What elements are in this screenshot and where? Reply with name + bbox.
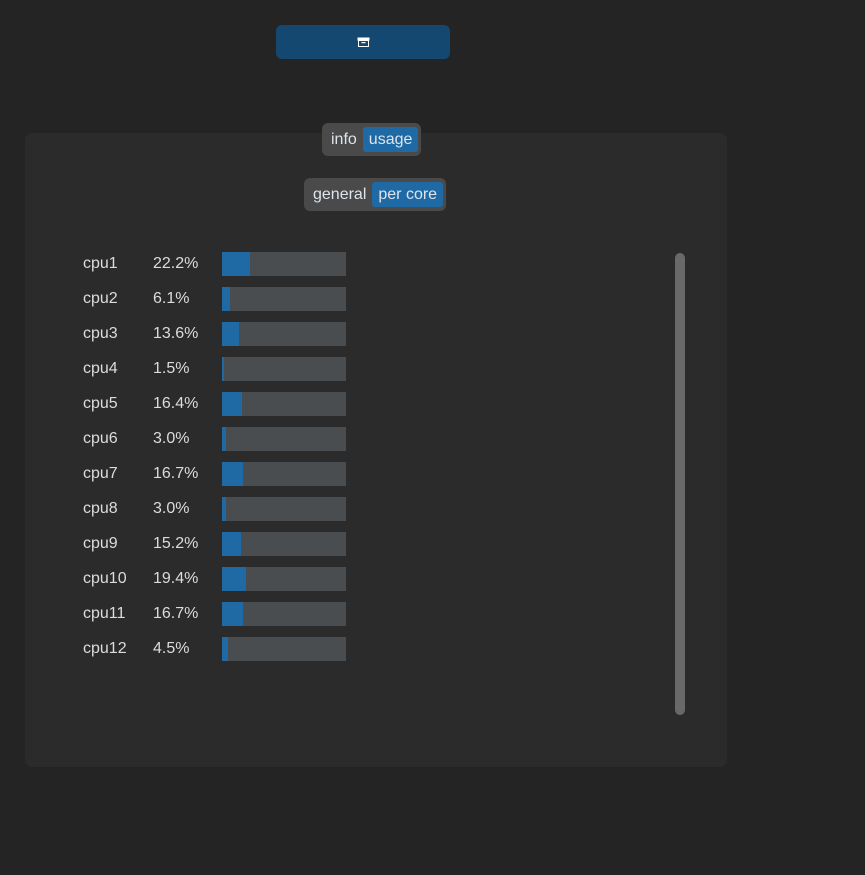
cpu-usage-bar (222, 357, 346, 381)
cpu-percent: 15.2% (153, 535, 199, 552)
cpu-usage-fill (222, 532, 241, 556)
cpu-usage-bar (222, 462, 346, 486)
cpu-usage-fill (222, 287, 230, 311)
main-tab-switcher: info usage (322, 123, 422, 156)
cpu-usage-bar (222, 427, 346, 451)
cpu-usage-bar (222, 497, 346, 521)
cpu-percent: 13.6% (153, 325, 199, 342)
cpu-row: cpu6 3.0% (83, 422, 363, 457)
cpu-usage-bar (222, 322, 346, 346)
cpu-percent: 3.0% (153, 430, 190, 447)
cpu-name: cpu6 (83, 430, 118, 447)
cpu-percent: 6.1% (153, 290, 190, 307)
cpu-name: cpu12 (83, 640, 127, 657)
cpu-usage-fill (222, 462, 243, 486)
cpu-row: cpu11 16.7% (83, 597, 363, 632)
cpu-usage-fill (222, 322, 239, 346)
cpu-usage-bar (222, 392, 346, 416)
cpu-name: cpu7 (83, 465, 118, 482)
cpu-core-list: cpu1 22.2% cpu2 6.1% cpu3 13.6% cpu4 1.5… (83, 247, 363, 667)
scrollbar[interactable] (675, 253, 685, 715)
usage-view-switcher: general per core (304, 178, 447, 211)
cpu-usage-fill (222, 252, 250, 276)
cpu-usage-fill (222, 602, 243, 626)
tab-per-core[interactable]: per core (372, 182, 444, 207)
cpu-usage-bar (222, 532, 346, 556)
cpu-row: cpu5 16.4% (83, 387, 363, 422)
cpu-name: cpu4 (83, 360, 118, 377)
cpu-percent: 19.4% (153, 570, 199, 587)
cpu-row: cpu8 3.0% (83, 492, 363, 527)
cpu-name: cpu11 (83, 605, 126, 622)
archive-button[interactable] (276, 25, 450, 59)
cpu-percent: 1.5% (153, 360, 190, 377)
cpu-usage-bar (222, 287, 346, 311)
cpu-usage-fill (222, 392, 243, 416)
cpu-row: cpu7 16.7% (83, 457, 363, 492)
cpu-row: cpu10 19.4% (83, 562, 363, 597)
cpu-name: cpu3 (83, 325, 118, 342)
cpu-usage-bar (222, 637, 346, 661)
cpu-usage-bar (222, 602, 346, 626)
cpu-row: cpu1 22.2% (83, 247, 363, 282)
cpu-usage-fill (222, 427, 226, 451)
cpu-percent: 4.5% (153, 640, 190, 657)
cpu-percent: 16.4% (153, 395, 199, 412)
cpu-row: cpu12 4.5% (83, 632, 363, 667)
cpu-usage-fill (222, 497, 226, 521)
cpu-row: cpu9 15.2% (83, 527, 363, 562)
cpu-name: cpu10 (83, 570, 127, 587)
cpu-name: cpu1 (83, 255, 118, 272)
tab-general[interactable]: general (307, 182, 372, 207)
cpu-usage-bar (222, 252, 346, 276)
cpu-row: cpu3 13.6% (83, 317, 363, 352)
cpu-usage-bar (222, 567, 346, 591)
cpu-usage-fill (222, 357, 224, 381)
cpu-row: cpu4 1.5% (83, 352, 363, 387)
cpu-name: cpu8 (83, 500, 118, 517)
archive-icon (357, 37, 369, 47)
cpu-name: cpu5 (83, 395, 118, 412)
cpu-percent: 3.0% (153, 500, 190, 517)
cpu-name: cpu2 (83, 290, 118, 307)
tab-usage[interactable]: usage (362, 127, 419, 152)
cpu-percent: 22.2% (153, 255, 199, 272)
cpu-percent: 16.7% (153, 605, 199, 622)
cpu-usage-fill (222, 567, 247, 591)
cpu-name: cpu9 (83, 535, 118, 552)
cpu-usage-fill (222, 637, 228, 661)
cpu-row: cpu2 6.1% (83, 282, 363, 317)
cpu-percent: 16.7% (153, 465, 199, 482)
tab-info[interactable]: info (325, 127, 363, 152)
